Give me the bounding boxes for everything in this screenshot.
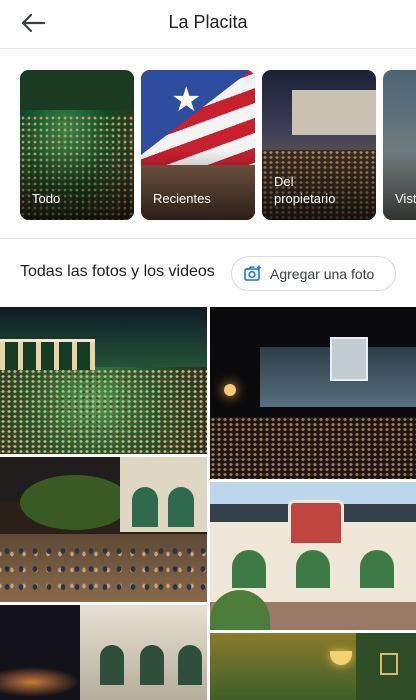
top-app-bar: La Placita xyxy=(0,0,416,49)
photo-thumbnail[interactable] xyxy=(0,457,207,602)
category-tile-visit[interactable]: Vist xyxy=(383,70,416,220)
category-tile-recent[interactable]: ★ Recientes xyxy=(141,70,255,220)
photo-thumbnail[interactable] xyxy=(210,482,416,630)
category-tile-all[interactable]: Todo xyxy=(20,70,134,220)
category-tile-label: Recientes xyxy=(153,191,211,206)
photo-thumbnail[interactable] xyxy=(210,307,416,479)
photo-thumbnail[interactable] xyxy=(0,307,207,454)
category-tile-label: Vist xyxy=(395,191,416,206)
add-photo-button[interactable]: Agregar una foto xyxy=(231,256,396,291)
photo-thumbnail[interactable] xyxy=(0,605,207,700)
category-tile-label: Todo xyxy=(32,191,61,206)
category-tile-label: Del propietario xyxy=(274,174,336,206)
page-title: La Placita xyxy=(168,12,248,32)
photo-thumbnail[interactable] xyxy=(210,633,416,700)
add-photo-camera-icon xyxy=(244,265,261,281)
add-photo-label: Agregar una foto xyxy=(270,266,375,282)
category-tile-owner[interactable]: Del propietario xyxy=(262,70,376,220)
section-title: Todas las fotos y los videos xyxy=(20,263,215,280)
photo-grid xyxy=(0,307,416,700)
category-strip[interactable]: Todo ★ Recientes Del propietario Vist xyxy=(0,48,416,239)
